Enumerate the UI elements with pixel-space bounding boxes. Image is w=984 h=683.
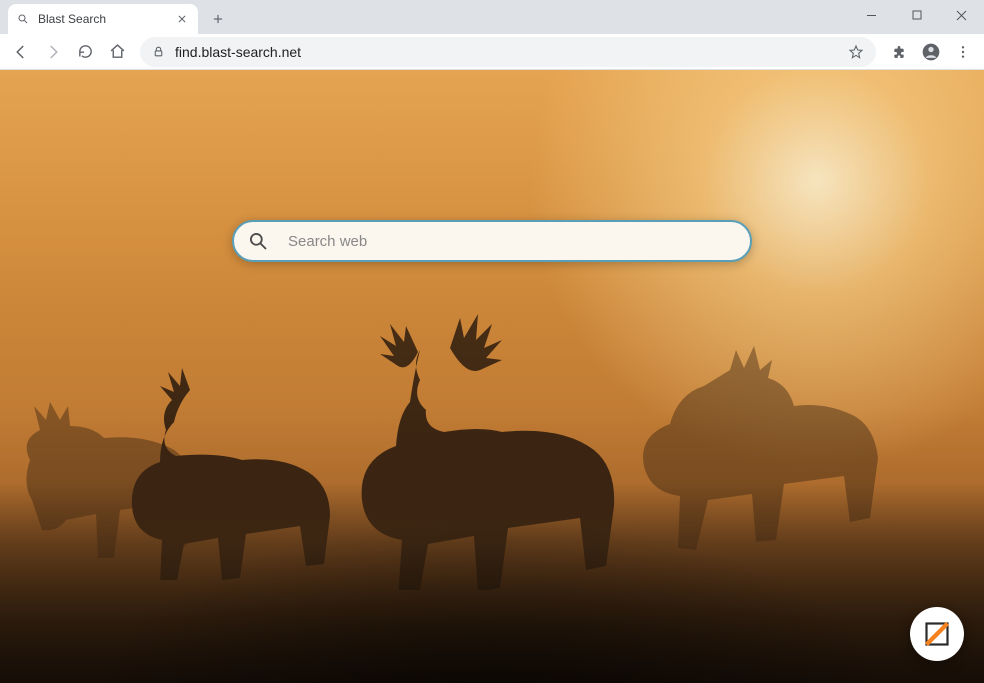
edit-icon — [923, 620, 951, 648]
bookmark-star-icon[interactable] — [848, 44, 864, 60]
lock-icon — [152, 45, 165, 58]
edit-background-button[interactable] — [910, 607, 964, 661]
window-titlebar: Blast Search — [0, 0, 984, 34]
minimize-button[interactable] — [849, 0, 894, 30]
close-window-button[interactable] — [939, 0, 984, 30]
close-tab-button[interactable] — [174, 11, 190, 27]
browser-toolbar: find.blast-search.net — [0, 34, 984, 70]
profile-button[interactable] — [916, 37, 946, 67]
search-icon — [16, 12, 30, 26]
address-bar[interactable]: find.blast-search.net — [140, 37, 876, 67]
search-icon — [248, 231, 268, 251]
back-button[interactable] — [6, 37, 36, 67]
browser-tab[interactable]: Blast Search — [8, 4, 198, 34]
menu-button[interactable] — [948, 37, 978, 67]
url-text: find.blast-search.net — [175, 44, 838, 60]
reload-button[interactable] — [70, 37, 100, 67]
search-box[interactable] — [232, 220, 752, 262]
tab-title: Blast Search — [38, 12, 174, 26]
maximize-button[interactable] — [894, 0, 939, 30]
search-input[interactable] — [288, 233, 738, 250]
new-tab-button[interactable] — [204, 5, 232, 33]
search-container — [232, 220, 752, 262]
extensions-button[interactable] — [884, 37, 914, 67]
page-content — [0, 70, 984, 683]
background-image — [0, 70, 984, 683]
home-button[interactable] — [102, 37, 132, 67]
window-controls — [849, 0, 984, 30]
forward-button[interactable] — [38, 37, 68, 67]
